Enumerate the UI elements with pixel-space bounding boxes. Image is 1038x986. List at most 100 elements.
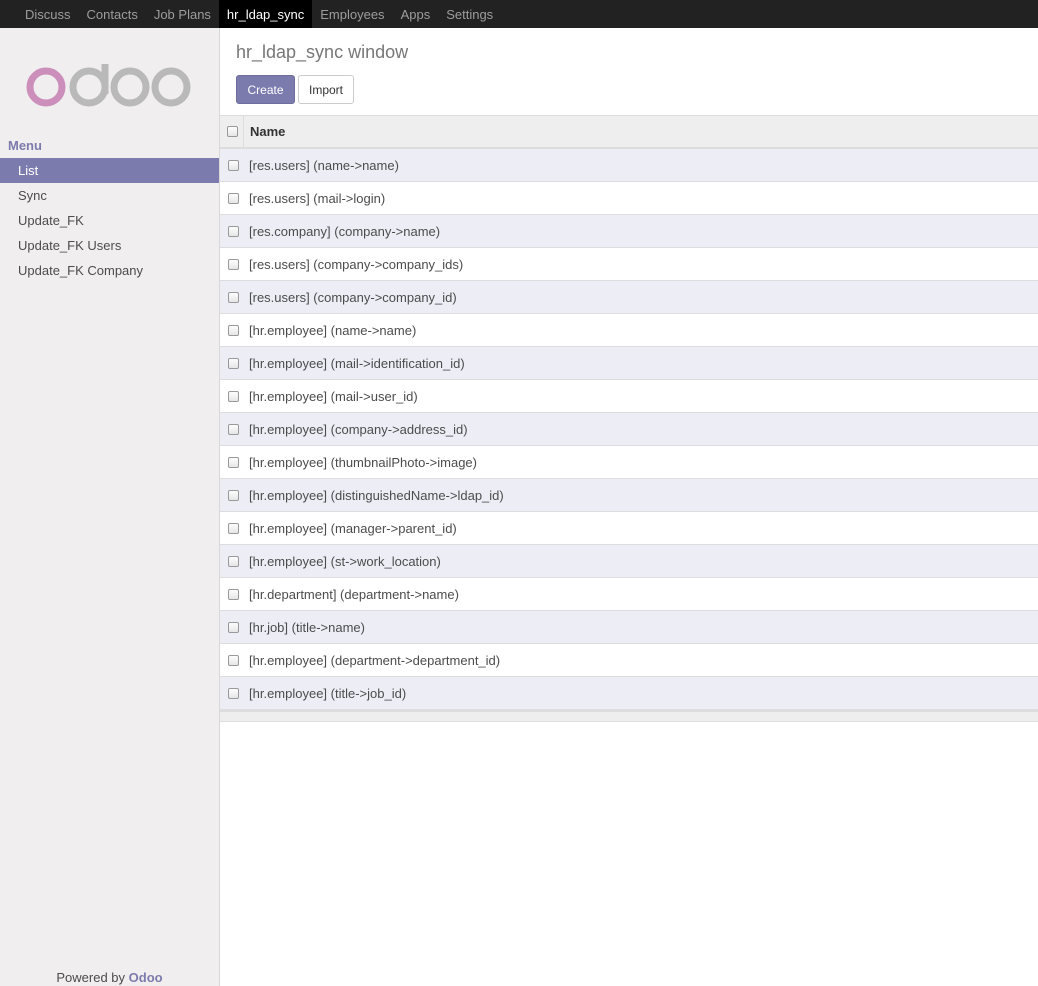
row-name-cell: [hr.employee] (company->address_id) [249,421,468,437]
table-row[interactable]: [hr.employee] (thumbnailPhoto->image) [220,446,1038,479]
row-name-cell: [hr.employee] (distinguishedName->ldap_i… [249,487,504,503]
row-name-cell: [hr.job] (title->name) [249,619,365,635]
row-checkbox[interactable] [227,258,239,270]
table-body: [res.users] (name->name) [res.users] (mai… [220,149,1038,710]
nav-tab-employees[interactable]: Employees [312,0,392,28]
table-row[interactable]: [hr.employee] (st->work_location) [220,545,1038,578]
row-name-cell: [hr.employee] (mail->identification_id) [249,355,465,371]
row-select-cell [220,423,244,435]
row-select-cell [220,456,244,468]
table-row[interactable]: [hr.employee] (name->name) [220,314,1038,347]
row-name-cell: [hr.employee] (title->job_id) [249,685,407,701]
row-select-cell [220,357,244,369]
table-row[interactable]: [hr.employee] (mail->identification_id) [220,347,1038,380]
row-select-cell [220,522,244,534]
row-name-cell: [res.users] (company->company_ids) [249,256,464,272]
sidebar-item-update-fk[interactable]: Update_FK [0,208,219,233]
nav-tab-settings[interactable]: Settings [438,0,501,28]
table-row[interactable]: [res.users] (company->company_ids) [220,248,1038,281]
main-content: hr_ldap_sync window Create Import Name [… [220,28,1038,986]
select-all-checkbox[interactable] [227,126,238,137]
row-checkbox[interactable] [227,390,239,402]
row-checkbox[interactable] [227,159,239,171]
row-checkbox[interactable] [227,621,239,633]
table-row[interactable]: [res.users] (name->name) [220,149,1038,182]
table-header: Name [220,115,1038,149]
row-name-cell: [hr.department] (department->name) [249,586,459,602]
nav-tab-contacts[interactable]: Contacts [79,0,146,28]
page-title: hr_ldap_sync window [236,42,409,62]
row-checkbox[interactable] [227,225,239,237]
table-row[interactable]: [hr.employee] (manager->parent_id) [220,512,1038,545]
row-select-cell [220,390,244,402]
sidebar-item-list[interactable]: List [0,158,219,183]
row-name-cell: [hr.employee] (st->work_location) [249,553,441,569]
row-select-cell [220,555,244,567]
row-select-cell [220,687,244,699]
odoo-logo-icon [26,64,191,107]
select-all-cell [220,116,244,147]
sidebar-menu: List Sync Update_FK Update_FK Users Upda… [0,158,219,283]
row-select-cell [220,654,244,666]
row-checkbox[interactable] [227,489,239,501]
row-checkbox[interactable] [227,522,239,534]
row-name-cell: [res.users] (name->name) [249,157,399,173]
sidebar-item-update-fk-users[interactable]: Update_FK Users [0,233,219,258]
row-select-cell [220,621,244,633]
row-checkbox[interactable] [227,192,239,204]
row-select-cell [220,225,244,237]
table-footer [220,710,1038,722]
row-name-cell: [res.users] (company->company_id) [249,289,457,305]
row-select-cell [220,159,244,171]
row-checkbox[interactable] [227,357,239,369]
table-row[interactable]: [hr.employee] (distinguishedName->ldap_i… [220,479,1038,512]
table-row[interactable]: [hr.employee] (title->job_id) [220,677,1038,710]
row-select-cell [220,291,244,303]
create-button[interactable]: Create [236,75,295,104]
menu-title: Menu [8,138,42,153]
row-select-cell [220,258,244,270]
table-row[interactable]: [hr.employee] (department->department_id… [220,644,1038,677]
row-name-cell: [hr.employee] (department->department_id… [249,652,501,668]
row-select-cell [220,192,244,204]
powered-by-odoo-link[interactable]: Odoo [129,970,163,985]
top-navbar: Discuss Contacts Job Plans hr_ldap_sync … [0,0,1038,28]
row-checkbox[interactable] [227,654,239,666]
sidebar: Menu List Sync Update_FK Update_FK Users… [0,28,220,986]
row-name-cell: [res.company] (company->name) [249,223,441,239]
table-row[interactable]: [hr.job] (title->name) [220,611,1038,644]
row-checkbox[interactable] [227,291,239,303]
row-name-cell: [hr.employee] (manager->parent_id) [249,520,457,536]
nav-tab-apps[interactable]: Apps [393,0,439,28]
powered-by-text: Powered by [56,970,126,985]
table-row[interactable]: [hr.employee] (mail->user_id) [220,380,1038,413]
table-row[interactable]: [res.users] (mail->login) [220,182,1038,215]
row-checkbox[interactable] [227,555,239,567]
row-checkbox[interactable] [227,456,239,468]
row-name-cell: [res.users] (mail->login) [249,190,386,206]
sidebar-item-update-fk-company[interactable]: Update_FK Company [0,258,219,283]
odoo-logo[interactable] [26,64,194,108]
nav-tab-hr-ldap-sync[interactable]: hr_ldap_sync [218,0,313,28]
row-checkbox[interactable] [227,588,239,600]
row-checkbox[interactable] [227,324,239,336]
row-checkbox[interactable] [227,423,239,435]
column-header-name[interactable]: Name [244,124,285,139]
sidebar-item-sync[interactable]: Sync [0,183,219,208]
row-select-cell [220,588,244,600]
table-row[interactable]: [hr.department] (department->name) [220,578,1038,611]
nav-tab-discuss[interactable]: Discuss [17,0,79,28]
powered-by: Powered by Odoo [0,970,219,985]
table-row[interactable]: [hr.employee] (company->address_id) [220,413,1038,446]
table-row[interactable]: [res.users] (company->company_id) [220,281,1038,314]
import-button[interactable]: Import [298,75,354,104]
row-name-cell: [hr.employee] (name->name) [249,322,417,338]
nav-tab-job-plans[interactable]: Job Plans [146,0,219,28]
row-checkbox[interactable] [227,687,239,699]
row-select-cell [220,489,244,501]
list-table: Name [res.users] (name->name) [res.users]… [220,115,1038,722]
row-select-cell [220,324,244,336]
row-name-cell: [hr.employee] (mail->user_id) [249,388,418,404]
table-row[interactable]: [res.company] (company->name) [220,215,1038,248]
row-name-cell: [hr.employee] (thumbnailPhoto->image) [249,454,477,470]
